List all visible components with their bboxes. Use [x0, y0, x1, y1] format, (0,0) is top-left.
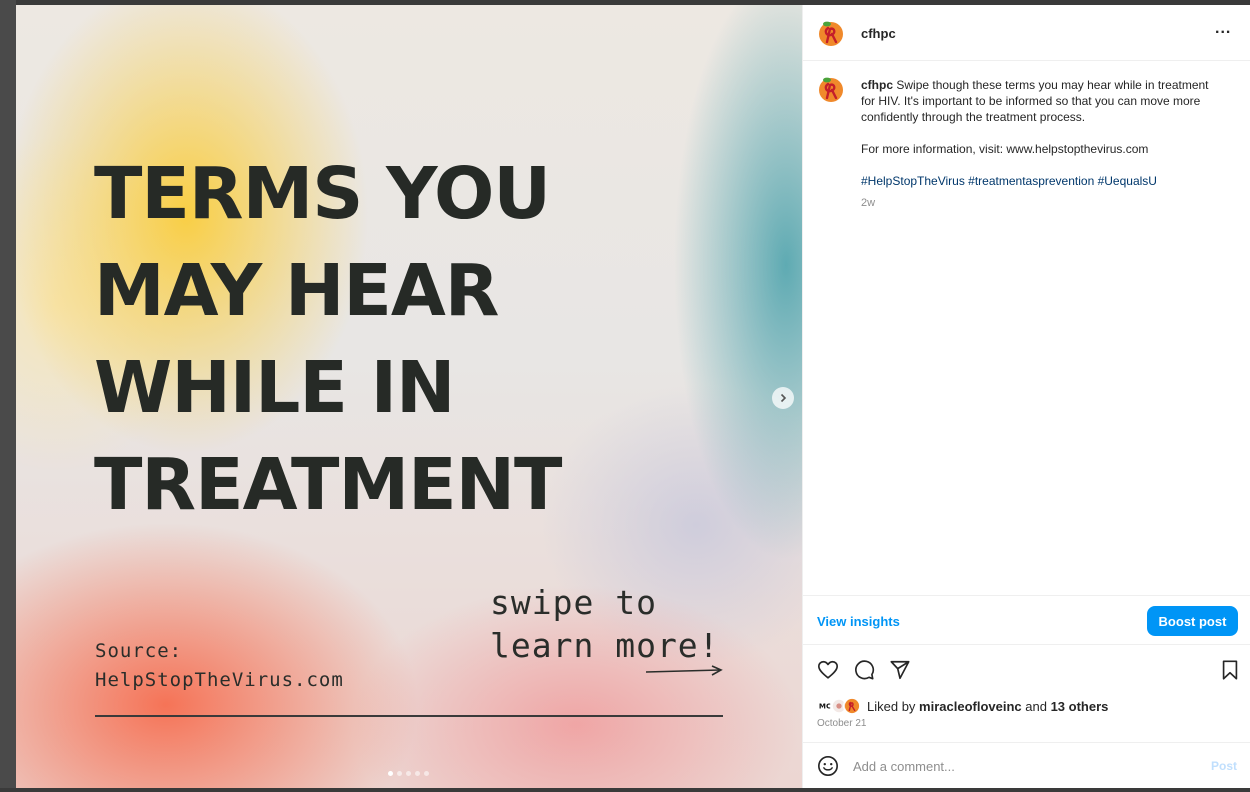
media-source: Source: HelpStopTheVirus.com [95, 637, 344, 695]
headline-line: MAY HEAR [94, 249, 499, 332]
comment-input[interactable] [853, 756, 1193, 776]
caption-avatar[interactable] [817, 75, 845, 103]
post-date: October 21 [817, 718, 867, 729]
chevron-right-icon [780, 393, 787, 403]
caption-text: Swipe though these terms you may hear wh… [861, 78, 1209, 124]
likes-prefix: Liked by [867, 698, 920, 714]
boost-post-button[interactable]: Boost post [1147, 606, 1238, 636]
carousel-dot [388, 771, 393, 776]
post-side-panel: cfhpc ... cfhpc Swipe though these terms… [802, 5, 1250, 788]
view-insights-link[interactable]: View insights [817, 614, 900, 629]
emoji-icon[interactable] [817, 755, 839, 777]
heart-icon[interactable] [817, 659, 839, 681]
likes-summary: MC Liked by miracleofloveinc and 13 othe… [817, 697, 1108, 715]
post-time-ago: 2w [861, 197, 876, 209]
share-icon[interactable] [889, 659, 911, 681]
media-divider [95, 715, 723, 717]
caption-hashtags[interactable]: #HelpStopTheVirus #treatmentasprevention… [861, 173, 1221, 189]
avatar[interactable] [817, 19, 845, 47]
liker-avatar [843, 697, 861, 715]
post-caption: cfhpc Swipe though these terms you may h… [861, 77, 1221, 205]
carousel-dot [397, 771, 402, 776]
background-strip-bottom [0, 788, 1250, 792]
bookmark-icon[interactable] [1219, 659, 1241, 681]
post-header: cfhpc ... [803, 5, 1250, 61]
headline-line: TERMS YOU [94, 152, 551, 235]
background-strip-left [0, 0, 16, 792]
likes-others-link[interactable]: 13 others [1051, 699, 1109, 714]
post-comment-button[interactable]: Post [1211, 759, 1237, 773]
swipe-line: swipe to [490, 583, 657, 622]
headline-line: TREATMENT [94, 443, 562, 526]
comment-icon[interactable] [853, 659, 875, 681]
swipe-hint: swipe to learn more! [490, 581, 750, 667]
carousel-dot [415, 771, 420, 776]
media-headline: TERMS YOU MAY HEAR WHILE IN TREATMENT [94, 145, 614, 533]
carousel-next-button[interactable] [772, 387, 794, 409]
carousel-dot [424, 771, 429, 776]
headline-line: WHILE IN [94, 346, 455, 429]
carousel-dot [406, 771, 411, 776]
carousel-indicator [388, 771, 429, 776]
post-username[interactable]: cfhpc [861, 26, 896, 41]
source-label: Source: [95, 640, 183, 662]
arrow-right-icon [646, 665, 723, 676]
caption-username[interactable]: cfhpc [861, 78, 893, 92]
insights-bar: View insights Boost post [803, 595, 1250, 645]
comment-bar: Post [803, 742, 1250, 788]
more-icon[interactable]: ... [1215, 20, 1231, 38]
post-actions [803, 655, 1250, 685]
source-site: HelpStopTheVirus.com [95, 669, 344, 691]
liker-avatars[interactable]: MC [817, 697, 863, 715]
likes-middle: and [1021, 698, 1051, 714]
liker-username[interactable]: miracleofloveinc [919, 699, 1022, 714]
avatar-logo-icon [819, 77, 843, 102]
post-media: TERMS YOU MAY HEAR WHILE IN TREATMENT So… [16, 5, 802, 788]
caption-info: For more information, visit: www.helpsto… [861, 142, 1149, 156]
avatar-logo-icon [819, 21, 843, 46]
swipe-line: learn more! [490, 626, 720, 665]
